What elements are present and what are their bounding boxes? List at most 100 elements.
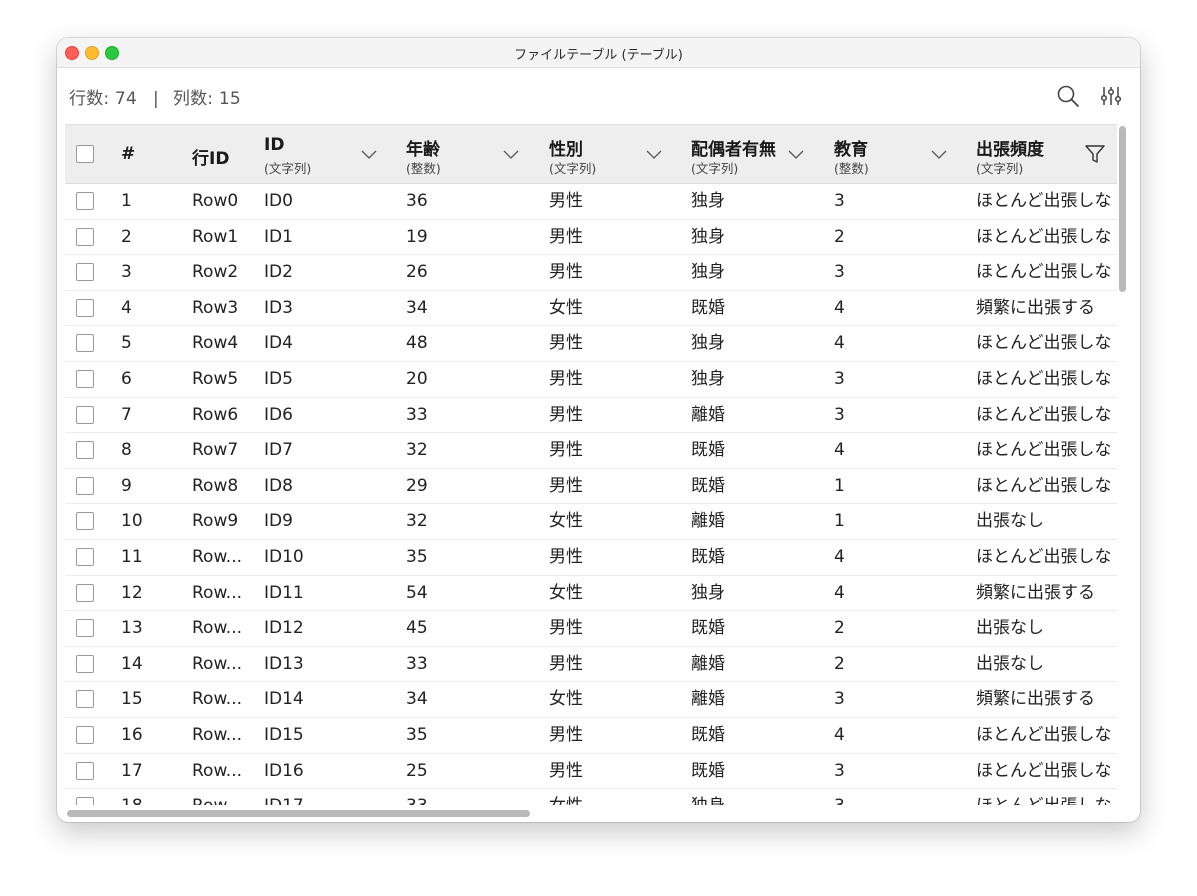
row-checkbox[interactable] bbox=[76, 583, 94, 602]
column-header-married[interactable]: 配偶者有無 (文字列) bbox=[691, 125, 811, 183]
row-checkbox[interactable] bbox=[76, 548, 94, 566]
row-checkbox[interactable] bbox=[76, 441, 94, 460]
table-row[interactable]: 1 Row0 ID0 36 男性 独身 3 ほとんど出張しな bbox=[65, 184, 1117, 220]
table-row[interactable]: 16 Row... ID15 35 男性 既婚 4 ほとんど出張しな bbox=[65, 718, 1117, 754]
cell-age: 54 bbox=[406, 582, 428, 603]
chevron-down-icon[interactable] bbox=[502, 145, 520, 163]
row-checkbox[interactable] bbox=[76, 476, 94, 495]
cell-sex: 女性 bbox=[549, 689, 583, 710]
row-checkbox[interactable] bbox=[76, 797, 94, 805]
row-checkbox[interactable] bbox=[76, 512, 94, 531]
row-checkbox[interactable] bbox=[76, 654, 94, 673]
cell-id: ID4 bbox=[264, 333, 293, 354]
cell-num: 8 bbox=[121, 440, 132, 461]
table-row[interactable]: 17 Row... ID16 25 男性 既婚 3 ほとんど出張しな bbox=[65, 754, 1117, 790]
table-row[interactable]: 2 Row1 ID1 19 男性 独身 2 ほとんど出張しな bbox=[65, 220, 1117, 256]
cell-travel: 頻繁に出張する bbox=[976, 689, 1095, 710]
cell-travel: ほとんど出張しな bbox=[976, 226, 1112, 247]
cell-sex: 男性 bbox=[549, 760, 583, 781]
chevron-down-icon[interactable] bbox=[930, 145, 948, 163]
table-row[interactable]: 14 Row... ID13 33 男性 離婚 2 出張なし bbox=[65, 647, 1117, 683]
row-checkbox[interactable] bbox=[76, 192, 94, 210]
horizontal-scrollbar[interactable] bbox=[65, 806, 1117, 820]
table-row[interactable]: 18 Row...ID17 33 女性独身 3 ほとんど出張しな bbox=[65, 789, 1117, 805]
table-row[interactable]: 10 Row9 ID9 32 女性 離婚 1 出張なし bbox=[65, 504, 1117, 540]
row-checkbox[interactable] bbox=[76, 405, 94, 424]
chevron-down-icon[interactable] bbox=[787, 145, 805, 163]
row-checkbox[interactable] bbox=[76, 263, 94, 282]
column-type: (文字列) bbox=[549, 161, 597, 176]
table-row[interactable]: 8 Row7 ID7 32 男性 既婚 4 ほとんど出張しな bbox=[65, 433, 1117, 469]
cell-married: 既婚 bbox=[691, 297, 725, 318]
cell-rowid: Row... bbox=[192, 789, 260, 805]
table-row[interactable]: 9 Row8 ID8 29 男性 既婚 1 ほとんど出張しな bbox=[65, 469, 1117, 505]
vertical-scrollbar[interactable] bbox=[1115, 124, 1131, 806]
column-header-edu[interactable]: 教育 (整数) bbox=[834, 125, 954, 183]
sliders-icon[interactable] bbox=[1099, 84, 1123, 108]
column-header-age[interactable]: 年齢 (整数) bbox=[406, 125, 526, 183]
cell-age: 33 bbox=[406, 404, 428, 425]
row-checkbox[interactable] bbox=[76, 726, 94, 744]
table-row[interactable]: 3 Row2 ID2 26 男性 独身 3 ほとんど出張しな bbox=[65, 255, 1117, 291]
table-row[interactable]: 5 Row4 ID4 48 男性 独身 4 ほとんど出張しな bbox=[65, 326, 1117, 362]
cell-id: ID14 bbox=[264, 689, 304, 710]
search-icon[interactable] bbox=[1056, 84, 1080, 108]
row-checkbox[interactable] bbox=[76, 761, 94, 780]
cell-age: 34 bbox=[406, 689, 428, 710]
column-header-id[interactable]: ID (文字列) bbox=[264, 125, 384, 183]
app-window: ファイルテーブル (テーブル) 行数: 74 | 列数: 15 # 行ID ID… bbox=[57, 38, 1140, 822]
column-header-num[interactable]: # bbox=[121, 125, 181, 183]
cell-id: ID10 bbox=[264, 547, 304, 567]
column-header-rowid[interactable]: 行ID bbox=[192, 125, 252, 183]
select-all-checkbox[interactable] bbox=[76, 145, 94, 163]
cell-num: 18 bbox=[121, 789, 181, 805]
horizontal-scroll-thumb[interactable] bbox=[67, 810, 530, 817]
column-label: 年齢 bbox=[406, 140, 440, 160]
cell-married: 離婚 bbox=[691, 404, 725, 425]
row-checkbox[interactable] bbox=[76, 370, 94, 388]
cell-rowid: Row... bbox=[192, 618, 243, 639]
cell-id: ID11 bbox=[264, 582, 304, 603]
chevron-down-icon[interactable] bbox=[360, 145, 378, 163]
cell-id: ID17 bbox=[264, 789, 394, 805]
cell-num: 1 bbox=[121, 191, 132, 211]
cell-married: 既婚 bbox=[691, 475, 725, 496]
row-checkbox[interactable] bbox=[76, 334, 94, 353]
cell-id: ID9 bbox=[264, 511, 293, 532]
column-header-travel[interactable]: 出張頻度 (文字列) bbox=[976, 125, 1116, 183]
cell-sex: 女性 bbox=[549, 511, 583, 532]
cell-num: 14 bbox=[121, 653, 143, 674]
table-row[interactable]: 12 Row... ID11 54 女性 独身 4 頻繁に出張する bbox=[65, 576, 1117, 612]
column-label: ID bbox=[264, 135, 285, 155]
row-checkbox[interactable] bbox=[76, 619, 94, 638]
row-checkbox[interactable] bbox=[76, 227, 94, 246]
cell-edu: 3 bbox=[834, 760, 845, 781]
table-row[interactable]: 13 Row... ID12 45 男性 既婚 2 出張なし bbox=[65, 611, 1117, 647]
table-row[interactable]: 4 Row3 ID3 34 女性 既婚 4 頻繁に出張する bbox=[65, 291, 1117, 327]
column-header-sex[interactable]: 性別 (文字列) bbox=[549, 125, 669, 183]
cell-married: 独身 bbox=[691, 333, 725, 354]
row-count: 行数: 74 bbox=[69, 89, 137, 109]
cell-num: 6 bbox=[121, 369, 132, 389]
vertical-scroll-thumb[interactable] bbox=[1119, 126, 1126, 292]
row-checkbox[interactable] bbox=[76, 298, 94, 317]
column-label: 教育 bbox=[834, 140, 868, 160]
cell-sex: 男性 bbox=[549, 440, 583, 461]
window-title: ファイルテーブル (テーブル) bbox=[514, 48, 683, 63]
chevron-down-icon[interactable] bbox=[645, 145, 663, 163]
table-counts: 行数: 74 | 列数: 15 bbox=[69, 84, 241, 109]
cell-age: 32 bbox=[406, 511, 428, 532]
table-row[interactable]: 15 Row... ID14 34 女性 離婚 3 頻繁に出張する bbox=[65, 682, 1117, 718]
column-type: (文字列) bbox=[264, 161, 312, 176]
table-row[interactable]: 11 Row... ID10 35 男性 既婚 4 ほとんど出張しな bbox=[65, 540, 1117, 576]
filter-icon[interactable] bbox=[1084, 143, 1106, 165]
table-row[interactable]: 7 Row6 ID6 33 男性 離婚 3 ほとんど出張しな bbox=[65, 398, 1117, 434]
cell-married: 独身 bbox=[691, 262, 725, 283]
cell-travel: ほとんど出張しな bbox=[976, 191, 1112, 211]
cell-married: 既婚 bbox=[691, 725, 725, 745]
cell-sex: 女性 bbox=[549, 297, 583, 318]
cell-sex: 男性 bbox=[549, 404, 583, 425]
cell-travel: 頻繁に出張する bbox=[976, 582, 1095, 603]
row-checkbox[interactable] bbox=[76, 690, 94, 709]
table-row[interactable]: 6 Row5 ID5 20 男性 独身 3 ほとんど出張しな bbox=[65, 362, 1117, 398]
